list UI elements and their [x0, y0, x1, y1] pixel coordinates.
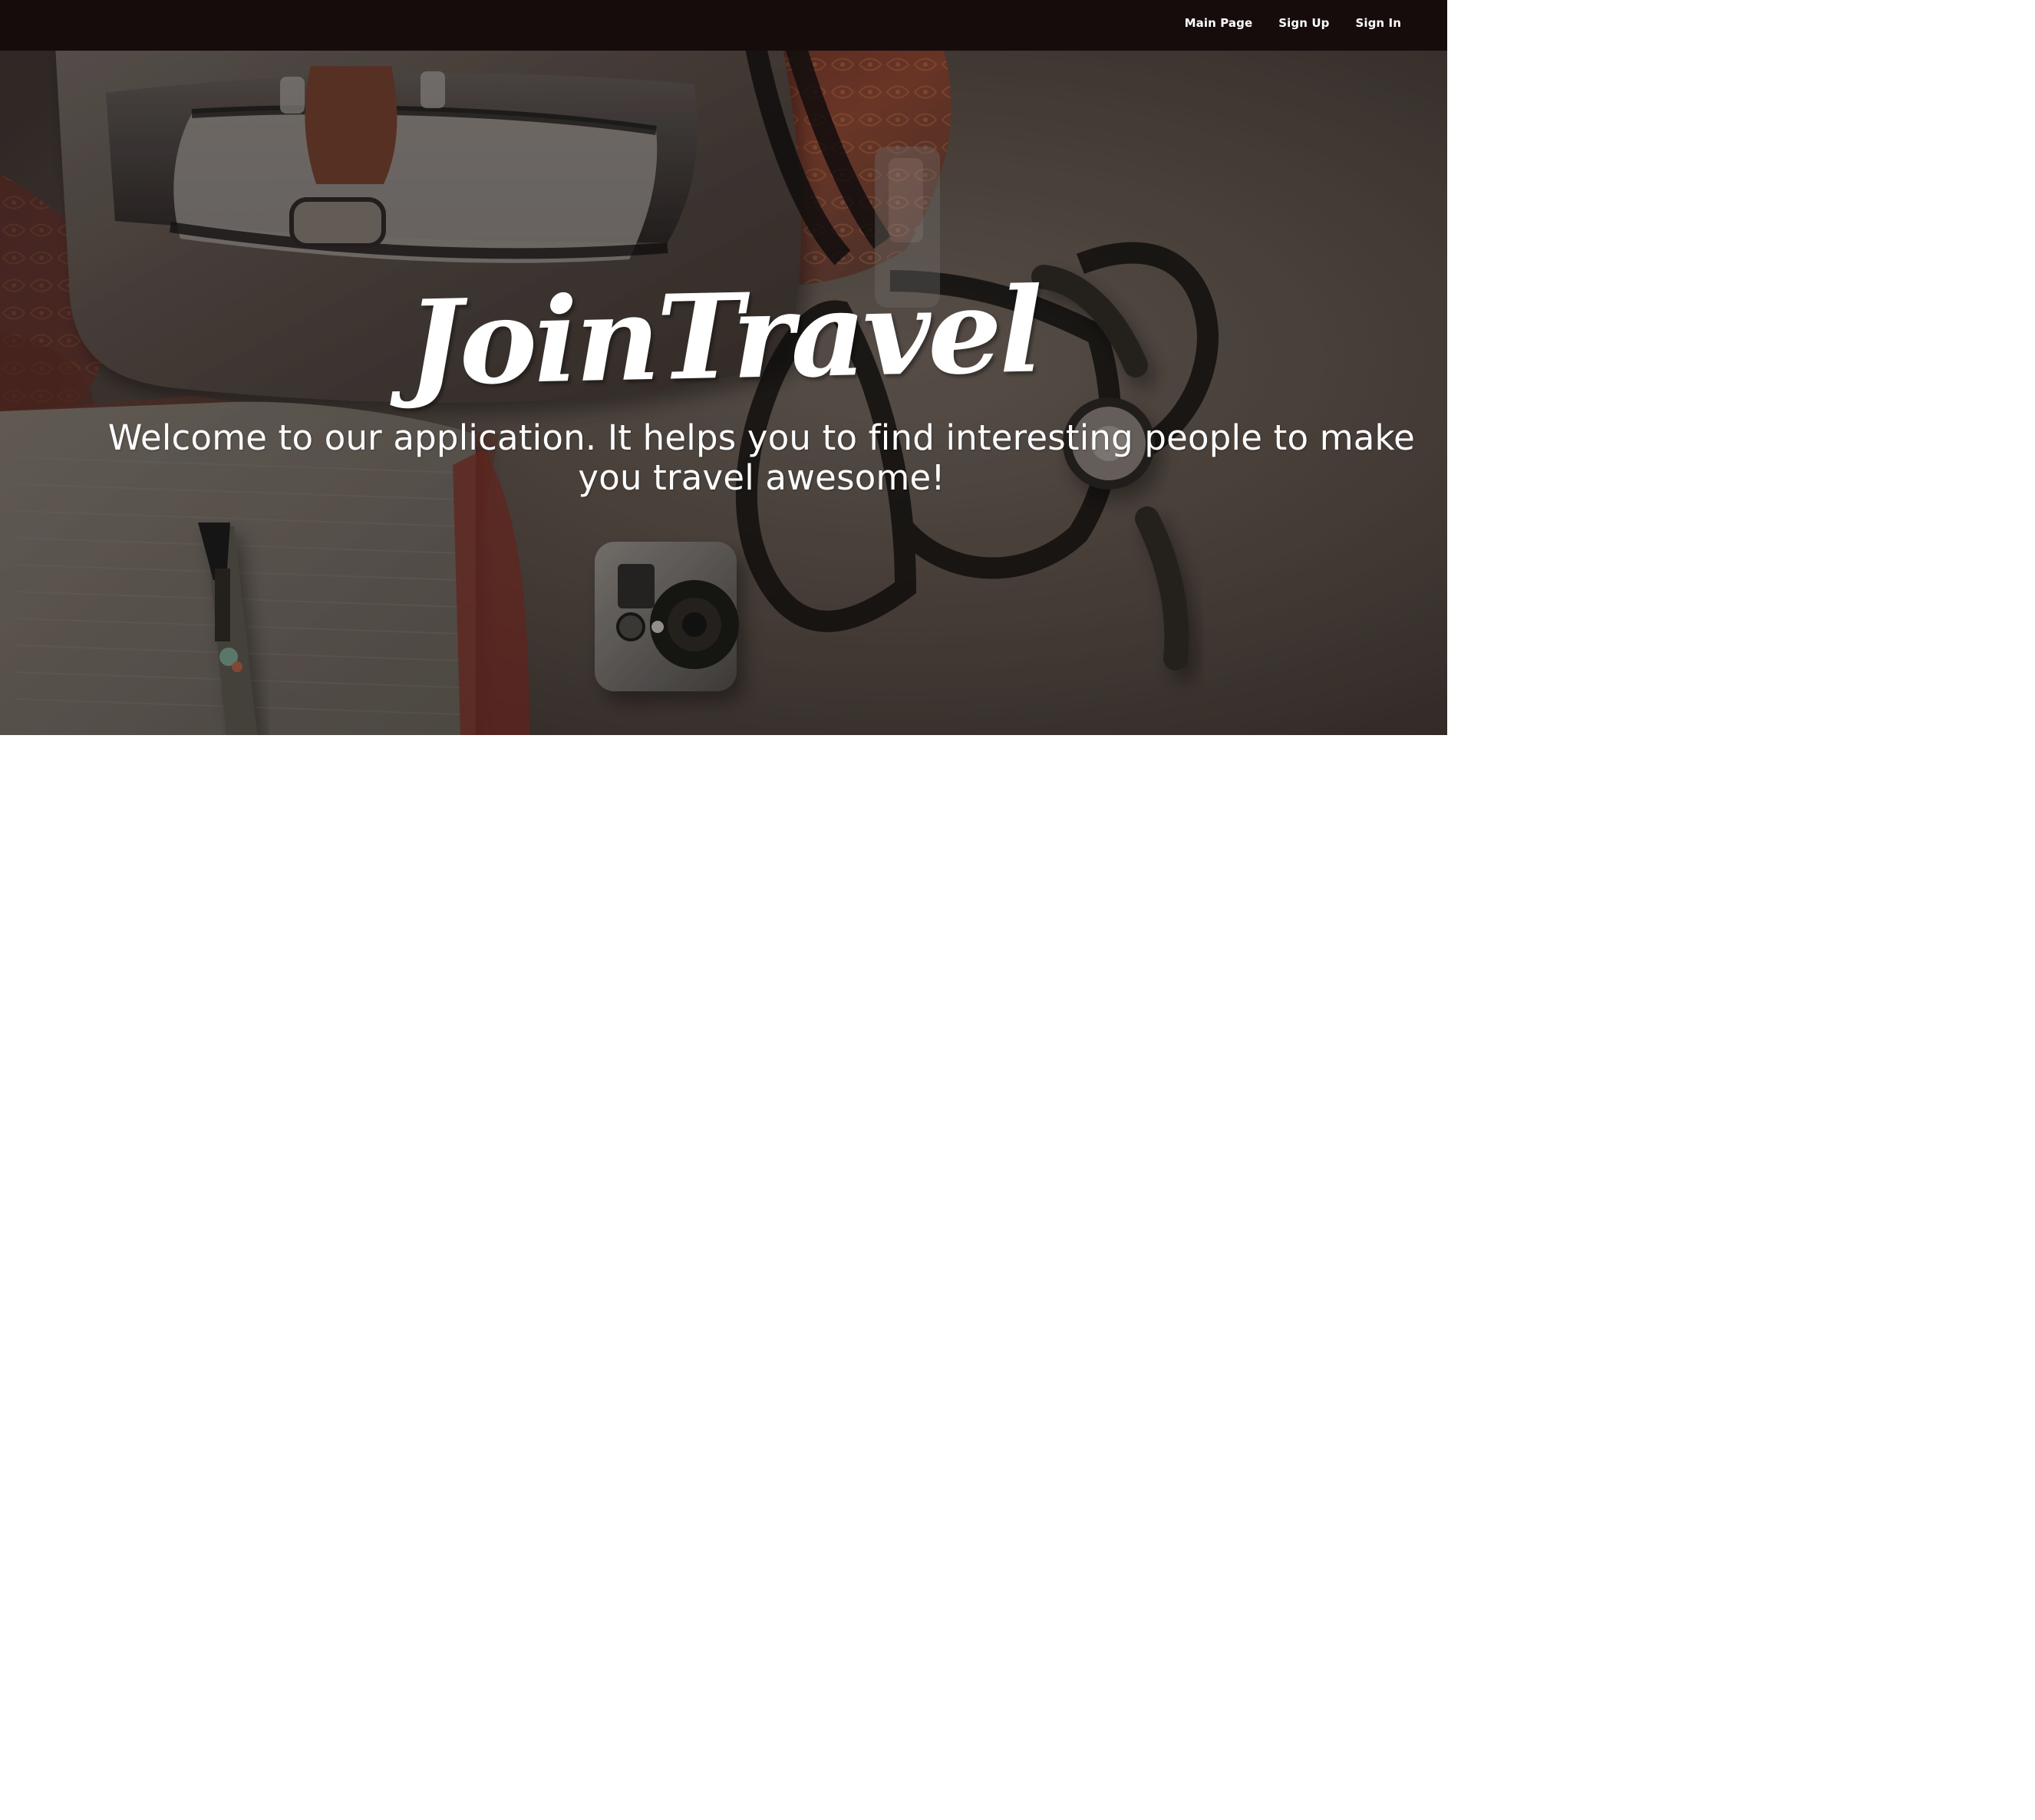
hero-content: JoinTravel Welcome to our application. I…	[0, 51, 1447, 735]
blank-page-area	[1447, 0, 2035, 1820]
hero-subtitle: Welcome to our application. It helps you…	[107, 417, 1416, 498]
hero-title: JoinTravel	[405, 261, 1042, 412]
nav-sign-up-link[interactable]: Sign Up	[1278, 15, 1329, 31]
nav-sign-in-link[interactable]: Sign In	[1355, 15, 1401, 31]
main-navigation: Main Page Sign Up Sign In	[1185, 15, 1401, 31]
hero-section: JoinTravel Welcome to our application. I…	[0, 51, 1447, 735]
app-frame: Main Page Sign Up Sign In JoinTravel Wel…	[0, 0, 1447, 735]
nav-main-page-link[interactable]: Main Page	[1185, 15, 1253, 31]
top-navbar: Main Page Sign Up Sign In	[0, 0, 1447, 51]
